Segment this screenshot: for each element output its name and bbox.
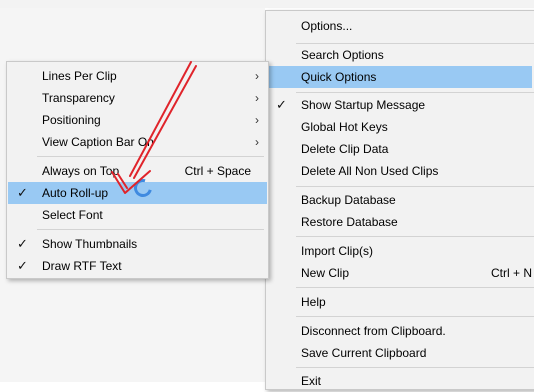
menu-item-shortcut: Ctrl + Space	[184, 164, 251, 178]
menu-item-help[interactable]: Help	[267, 291, 532, 313]
menu-item-label: Select Font	[42, 208, 103, 222]
menu-item-restore-database[interactable]: Restore Database	[267, 211, 532, 233]
menu-item-label: Global Hot Keys	[301, 120, 388, 134]
menu-item-exit[interactable]: Exit	[267, 370, 532, 392]
menu-separator	[296, 186, 534, 187]
menu-item-label: Always on Top	[42, 164, 120, 178]
menu-item-delete-all-non-used-clips[interactable]: Delete All Non Used Clips	[267, 160, 532, 182]
chevron-right-icon: ›	[255, 91, 259, 105]
background-strip	[0, 0, 534, 8]
menu-item-label: Positioning	[42, 113, 101, 127]
menu-separator	[296, 316, 534, 317]
menu-item-label: Quick Options	[301, 70, 377, 84]
check-icon: ✓	[276, 97, 287, 112]
menu-item-new-clip[interactable]: New Clip Ctrl + N	[267, 262, 532, 284]
chevron-right-icon: ›	[255, 113, 259, 127]
menu-item-options[interactable]: Options...	[267, 15, 532, 37]
menu-item-delete-clip-data[interactable]: Delete Clip Data	[267, 138, 532, 160]
menu-item-label: Transparency	[42, 91, 115, 105]
menu-item-label: Show Thumbnails	[42, 237, 138, 251]
menu-separator	[37, 229, 264, 230]
menu-item-show-thumbnails[interactable]: ✓ Show Thumbnails	[8, 233, 267, 255]
context-menu-main: Options... Search Options › Quick Option…	[265, 10, 534, 390]
check-icon: ✓	[17, 185, 28, 200]
menu-item-label: New Clip	[301, 266, 350, 280]
menu-item-view-caption-bar-on[interactable]: View Caption Bar On ›	[8, 131, 267, 153]
check-icon: ✓	[17, 258, 28, 273]
menu-item-always-on-top[interactable]: Always on Top Ctrl + Space	[8, 160, 267, 182]
menu-item-label: Lines Per Clip	[42, 69, 117, 83]
chevron-right-icon: ›	[255, 69, 259, 83]
chevron-right-icon: ›	[255, 135, 259, 149]
menu-item-label: Options...	[301, 19, 353, 33]
menu-item-label: Delete Clip Data	[301, 142, 389, 156]
menu-item-label: Backup Database	[301, 193, 396, 207]
menu-item-show-startup-message[interactable]: ✓ Show Startup Message	[267, 94, 532, 116]
menu-item-label: Draw RTF Text	[42, 259, 122, 273]
menu-item-positioning[interactable]: Positioning ›	[8, 109, 267, 131]
menu-item-label: Delete All Non Used Clips	[301, 164, 439, 178]
menu-item-label: Save Current Clipboard	[301, 346, 427, 360]
menu-item-lines-per-clip[interactable]: Lines Per Clip ›	[8, 65, 267, 87]
menu-separator	[296, 367, 534, 368]
menu-item-transparency[interactable]: Transparency ›	[8, 87, 267, 109]
menu-separator	[296, 287, 534, 288]
menu-item-label: View Caption Bar On	[42, 135, 154, 149]
check-icon: ✓	[17, 236, 28, 251]
menu-item-save-current-clipboard[interactable]: Save Current Clipboard	[267, 342, 532, 364]
menu-separator	[296, 236, 534, 237]
menu-item-label: Search Options	[301, 48, 384, 62]
menu-item-label: Help	[301, 295, 326, 309]
menu-item-shortcut: Ctrl + N	[490, 266, 532, 280]
menu-item-label: Auto Roll-up	[42, 186, 109, 200]
menu-item-backup-database[interactable]: Backup Database	[267, 189, 532, 211]
menu-item-label: Exit	[301, 374, 322, 388]
menu-separator	[37, 156, 264, 157]
menu-item-import-clips[interactable]: Import Clip(s)	[267, 240, 532, 262]
menu-item-disconnect-from-clipboard[interactable]: Disconnect from Clipboard.	[267, 320, 532, 342]
menu-item-search-options[interactable]: Search Options ›	[267, 44, 532, 66]
menu-item-select-font[interactable]: Select Font	[8, 204, 267, 226]
menu-separator	[296, 92, 534, 93]
context-menu-quick-options: Lines Per Clip › Transparency › Position…	[6, 61, 269, 279]
menu-item-label: Restore Database	[301, 215, 398, 229]
menu-item-quick-options[interactable]: Quick Options ›	[267, 66, 532, 88]
menu-item-label: Show Startup Message	[301, 98, 426, 112]
menu-item-label: Disconnect from Clipboard.	[301, 324, 446, 338]
menu-item-label: Import Clip(s)	[301, 244, 374, 258]
menu-item-draw-rtf-text[interactable]: ✓ Draw RTF Text	[8, 255, 267, 277]
menu-item-global-hot-keys[interactable]: Global Hot Keys	[267, 116, 532, 138]
